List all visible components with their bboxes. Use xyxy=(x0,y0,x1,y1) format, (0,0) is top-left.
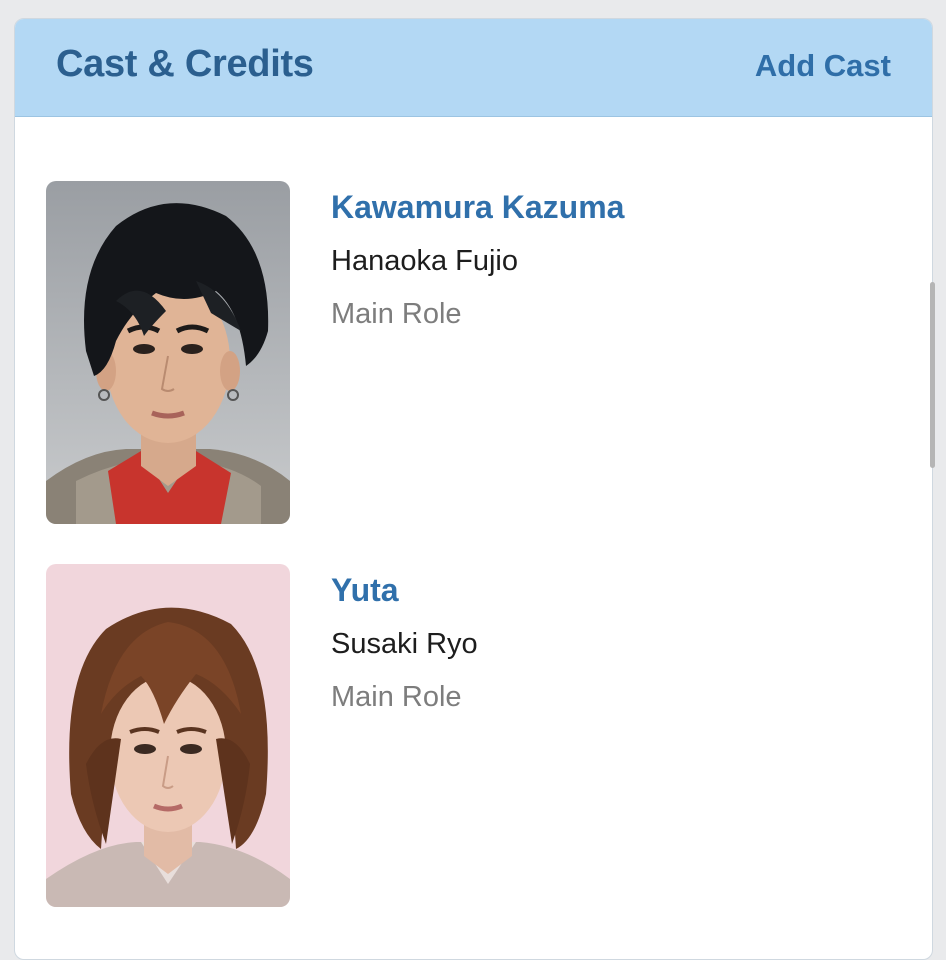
cast-item[interactable]: Yuta Susaki Ryo Main Role xyxy=(46,564,886,907)
section-title: Cast & Credits xyxy=(56,43,314,85)
actor-photo-icon xyxy=(46,564,290,907)
actor-photo-icon xyxy=(46,181,290,524)
actor-name-link[interactable]: Kawamura Kazuma xyxy=(331,189,624,226)
add-cast-link[interactable]: Add Cast xyxy=(755,48,891,84)
actor-photo[interactable] xyxy=(46,181,290,524)
character-name: Hanaoka Fujio xyxy=(331,245,518,277)
actor-photo[interactable] xyxy=(46,564,290,907)
scrollbar-thumb[interactable] xyxy=(930,282,935,468)
role-type: Main Role xyxy=(331,298,462,330)
cast-item[interactable]: Kawamura Kazuma Hanaoka Fujio Main Role xyxy=(46,181,886,524)
card-header: Cast & Credits Add Cast xyxy=(15,19,932,117)
role-type: Main Role xyxy=(331,681,462,713)
character-name: Susaki Ryo xyxy=(331,628,478,660)
actor-name-link[interactable]: Yuta xyxy=(331,572,399,609)
cast-credits-card: Cast & Credits Add Cast Kawamura Kazuma … xyxy=(14,18,933,960)
